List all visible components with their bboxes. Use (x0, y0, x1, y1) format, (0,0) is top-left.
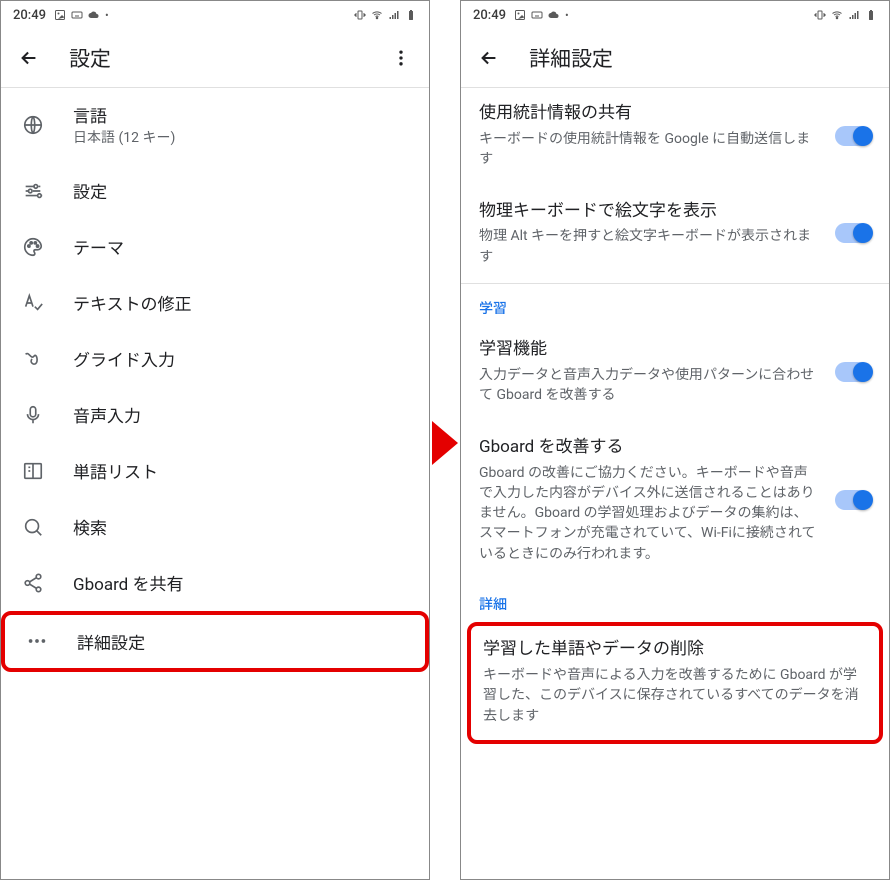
keyboard-status-icon (531, 9, 543, 21)
transition-arrow (430, 0, 460, 885)
signal-icon (388, 9, 400, 21)
setting-title: 物理キーボードで絵文字を表示 (479, 200, 821, 223)
status-left-icons: • (514, 9, 569, 22)
globe-icon (21, 113, 45, 137)
status-dot-icon: • (565, 9, 569, 22)
list-item-label: グライド入力 (73, 346, 413, 371)
list-item-text-correction[interactable]: テキストの修正 (1, 275, 429, 331)
back-button[interactable] (477, 46, 501, 70)
setting-description: Gboard の改善にご協力ください。キーボードや音声で入力した内容がデバイス外… (479, 463, 821, 564)
setting-delete-learned-data[interactable]: 学習した単語やデータの削除 キーボードや音声による入力を改善するために Gboa… (471, 626, 879, 740)
list-item-language[interactable]: 言語 日本語 (12 キー) (1, 88, 429, 163)
list-item-glide-typing[interactable]: グライド入力 (1, 331, 429, 387)
list-item-label: 詳細設定 (77, 629, 409, 654)
keyboard-status-icon (71, 9, 83, 21)
list-item-label: テーマ (73, 234, 413, 259)
book-icon (21, 459, 45, 483)
cloud-icon (88, 9, 100, 21)
list-item-preferences[interactable]: 設定 (1, 163, 429, 219)
app-bar: 詳細設定 (461, 29, 889, 87)
tune-icon (21, 179, 45, 203)
list-item-theme[interactable]: テーマ (1, 219, 429, 275)
setting-title: 学習機能 (479, 338, 821, 361)
setting-description: 物理 Alt キーを押すと絵文字キーボードが表示されます (479, 226, 821, 267)
setting-usage-stats[interactable]: 使用統計情報の共有 キーボードの使用統計情報を Google に自動送信します (461, 88, 889, 186)
arrow-right-icon (432, 421, 458, 465)
setting-description: キーボードや音声による入力を改善するために Gboard が学習した、このデバイ… (483, 665, 867, 726)
setting-learning[interactable]: 学習機能 入力データと音声入力データや使用パターンに合わせて Gboard を改… (461, 324, 889, 422)
list-item-search[interactable]: 検索 (1, 499, 429, 555)
arrow-back-icon (478, 47, 500, 69)
palette-icon (21, 235, 45, 259)
gesture-icon (21, 347, 45, 371)
list-item-label: 単語リスト (73, 458, 413, 483)
list-item-label: テキストの修正 (73, 290, 413, 315)
app-bar: 設定 (1, 29, 429, 87)
status-left-icons: • (54, 9, 109, 22)
setting-improve-gboard[interactable]: Gboard を改善する Gboard の改善にご協力ください。キーボードや音声… (461, 422, 889, 580)
status-time: 20:49 (13, 8, 46, 23)
photo-icon (54, 9, 66, 21)
status-dot-icon: • (105, 9, 109, 22)
list-item-label: 検索 (73, 514, 413, 539)
cloud-icon (548, 9, 560, 21)
advanced-settings-list[interactable]: 使用統計情報の共有 キーボードの使用統計情報を Google に自動送信します … (461, 88, 889, 879)
battery-icon (405, 9, 417, 21)
phone-right: 20:49 • 詳細設定 使用統計情報の共有 キーボードの使用統計情報を Goo… (460, 0, 890, 880)
section-header-details: 詳細 (461, 580, 889, 620)
status-bar: 20:49 • (1, 1, 429, 29)
setting-description: 入力データと音声入力データや使用パターンに合わせて Gboard を改善する (479, 365, 821, 406)
setting-physical-keyboard-emoji[interactable]: 物理キーボードで絵文字を表示 物理 Alt キーを押すと絵文字キーボードが表示さ… (461, 186, 889, 284)
more-vert-icon (391, 48, 411, 68)
spellcheck-icon (21, 291, 45, 315)
list-item-sublabel: 日本語 (12 キー) (73, 129, 413, 149)
setting-description: キーボードの使用統計情報を Google に自動送信します (479, 129, 821, 170)
list-item-share[interactable]: Gboard を共有 (1, 555, 429, 611)
highlighted-setting: 学習した単語やデータの削除 キーボードや音声による入力を改善するために Gboa… (467, 622, 883, 744)
list-item-dictionary[interactable]: 単語リスト (1, 443, 429, 499)
list-item-label: 音声入力 (73, 402, 413, 427)
setting-title: Gboard を改善する (479, 436, 821, 459)
phone-left: 20:49 • 設定 言語 日本語 ( (0, 0, 430, 880)
status-bar: 20:49 • (461, 1, 889, 29)
photo-icon (514, 9, 526, 21)
wifi-icon (371, 9, 383, 21)
list-item-label: Gboard を共有 (73, 570, 413, 595)
list-item-voice-typing[interactable]: 音声入力 (1, 387, 429, 443)
share-icon (21, 571, 45, 595)
section-header-learning: 学習 (461, 284, 889, 324)
page-title: 設定 (69, 43, 111, 73)
overflow-menu-button[interactable] (389, 46, 413, 70)
search-icon (21, 515, 45, 539)
vibrate-icon (354, 9, 366, 21)
status-right-icons (814, 9, 877, 21)
list-item-label: 設定 (73, 178, 413, 203)
wifi-icon (831, 9, 843, 21)
switch-toggle[interactable] (835, 223, 871, 243)
mic-icon (21, 403, 45, 427)
switch-toggle[interactable] (835, 490, 871, 510)
signal-icon (848, 9, 860, 21)
setting-title: 使用統計情報の共有 (479, 102, 821, 125)
back-button[interactable] (17, 46, 41, 70)
list-item-advanced[interactable]: 詳細設定 (1, 611, 429, 672)
list-item-label: 言語 (73, 102, 413, 127)
arrow-back-icon (18, 47, 40, 69)
battery-icon (865, 9, 877, 21)
switch-toggle[interactable] (835, 126, 871, 146)
switch-toggle[interactable] (835, 362, 871, 382)
more-horiz-icon (25, 629, 49, 653)
page-title: 詳細設定 (529, 43, 613, 73)
settings-list[interactable]: 言語 日本語 (12 キー) 設定 テーマ テキストの修正 (1, 88, 429, 879)
status-time: 20:49 (473, 8, 506, 23)
setting-title: 学習した単語やデータの削除 (483, 638, 867, 661)
vibrate-icon (814, 9, 826, 21)
status-right-icons (354, 9, 417, 21)
